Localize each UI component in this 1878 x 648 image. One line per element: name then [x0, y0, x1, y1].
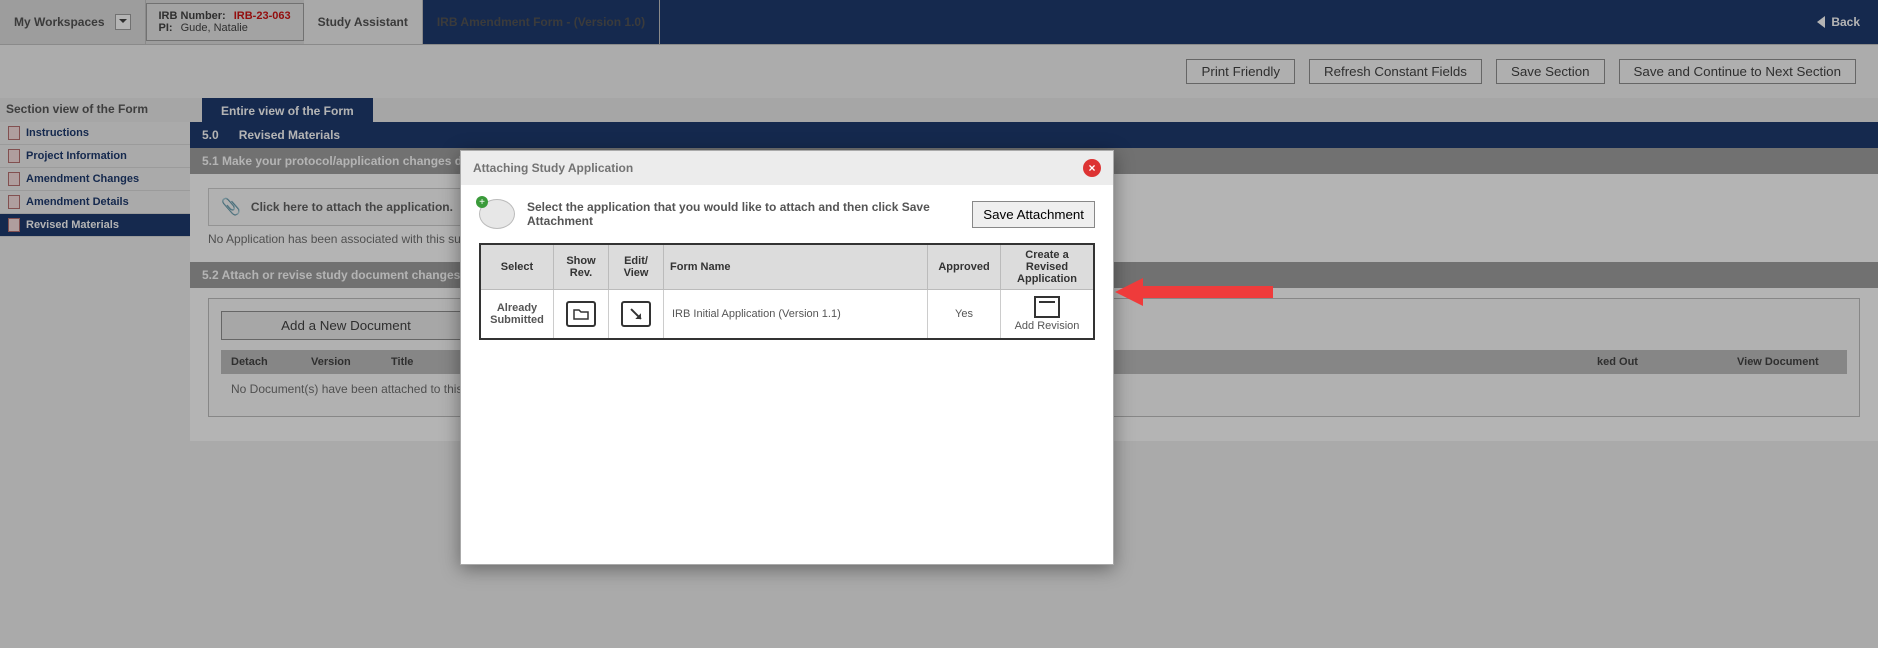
- save-attachment-button[interactable]: Save Attachment: [972, 201, 1095, 228]
- modal-instruction-text: Select the application that you would li…: [527, 200, 960, 228]
- col-show-rev: Show Rev.: [554, 244, 609, 290]
- col-create-revised: Create a Revised Application: [1001, 244, 1095, 290]
- select-cell: Already Submitted: [480, 290, 554, 340]
- add-revision-label: Add Revision: [1015, 320, 1080, 332]
- speech-bubble-icon: [479, 199, 515, 229]
- close-icon[interactable]: ×: [1083, 159, 1101, 177]
- create-revised-cell[interactable]: Add Revision: [1001, 290, 1095, 340]
- form-name-cell: IRB Initial Application (Version 1.1): [664, 290, 928, 340]
- folder-icon: [566, 301, 596, 327]
- show-rev-cell[interactable]: [554, 290, 609, 340]
- col-edit-view: Edit/ View: [609, 244, 664, 290]
- edit-view-cell[interactable]: [609, 290, 664, 340]
- pencil-icon: [621, 301, 651, 327]
- attaching-study-application-modal: Attaching Study Application × Select the…: [460, 150, 1114, 565]
- col-approved: Approved: [928, 244, 1001, 290]
- table-row: Already Submitted IRB Initial Applicatio…: [480, 290, 1094, 340]
- col-select: Select: [480, 244, 554, 290]
- col-form-name: Form Name: [664, 244, 928, 290]
- add-revision-button[interactable]: Add Revision: [1009, 296, 1085, 332]
- add-revision-icon: [1034, 296, 1060, 318]
- approved-cell: Yes: [928, 290, 1001, 340]
- modal-title-label: Attaching Study Application: [473, 161, 633, 175]
- applications-table: Select Show Rev. Edit/ View Form Name Ap…: [479, 243, 1095, 340]
